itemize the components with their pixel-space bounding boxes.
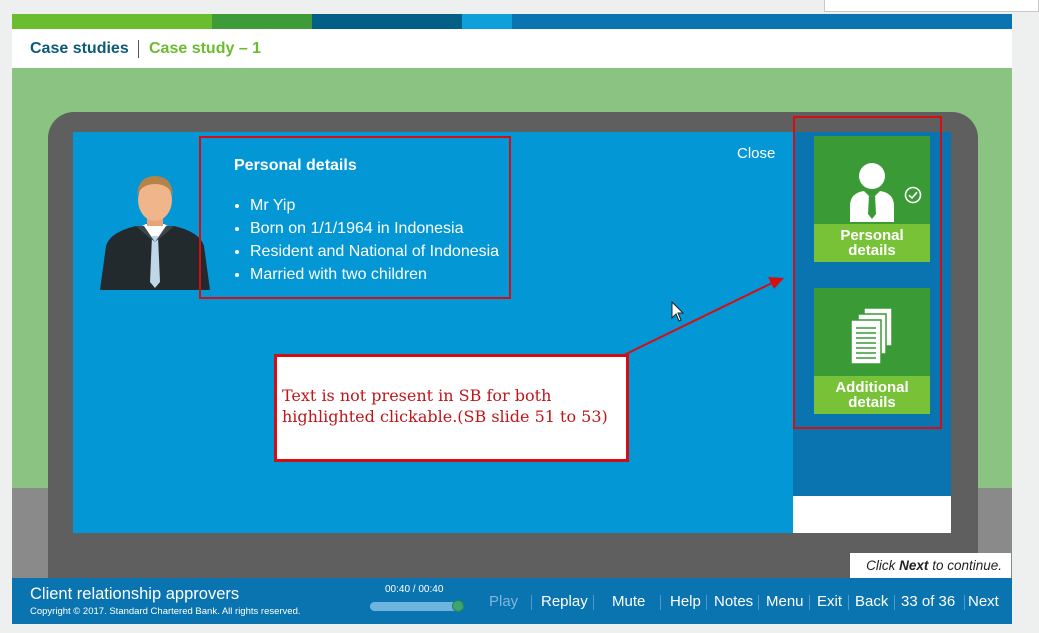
mouse-cursor-icon: [671, 301, 685, 322]
page-counter: 33 of 36: [901, 593, 956, 610]
hint-post: to continue.: [928, 558, 1002, 573]
separator: [809, 595, 810, 610]
progress-fill: [370, 602, 464, 611]
time-display: 00:40 / 00:40: [385, 584, 444, 595]
window-corner: [824, 0, 1039, 12]
course-title: Client relationship approvers: [30, 585, 240, 603]
hint-bold: Next: [899, 558, 929, 573]
breadcrumb-separator: [138, 40, 139, 58]
play-button[interactable]: Play: [489, 593, 518, 610]
separator: [593, 595, 594, 610]
breadcrumb-current: Case study – 1: [149, 40, 262, 57]
header: Case studies Case study – 1: [12, 29, 1012, 68]
help-button[interactable]: Help: [670, 593, 701, 610]
separator: [706, 595, 707, 610]
back-button[interactable]: Back: [855, 593, 888, 610]
separator: [848, 595, 849, 610]
annotation-text: Text is not present in SB for both highl…: [282, 385, 608, 427]
annotation-callout: Text is not present in SB for both highl…: [274, 354, 629, 462]
progress-handle[interactable]: [452, 600, 464, 612]
copyright: Copyright © 2017. Standard Chartered Ban…: [30, 606, 301, 617]
annotation-arrow: [621, 277, 784, 357]
stage: Personal details Mr Yip Born on 1/1/1964…: [12, 68, 1012, 578]
separator: [964, 595, 965, 610]
separator: [758, 595, 759, 610]
exit-button[interactable]: Exit: [817, 593, 842, 610]
notes-button[interactable]: Notes: [714, 593, 753, 610]
brand-strip: [12, 14, 1012, 29]
menu-button[interactable]: Menu: [766, 593, 804, 610]
annotation-line2: highlighted clickable.(SB slide 51 to 53…: [282, 407, 608, 426]
breadcrumb-root: Case studies: [30, 40, 129, 57]
separator: [894, 595, 895, 610]
hint-pre: Click: [866, 558, 900, 573]
separator: [660, 595, 661, 610]
separator: [531, 595, 532, 610]
replay-button[interactable]: Replay: [541, 593, 588, 610]
annotation-line1: Text is not present in SB for both: [282, 386, 552, 405]
continue-hint: Click Next to continue.: [850, 553, 1011, 578]
next-button[interactable]: Next: [968, 593, 999, 610]
progress-slider[interactable]: [370, 600, 464, 612]
footer-bar: Client relationship approvers Copyright …: [12, 578, 1012, 624]
mute-button[interactable]: Mute: [612, 593, 645, 610]
